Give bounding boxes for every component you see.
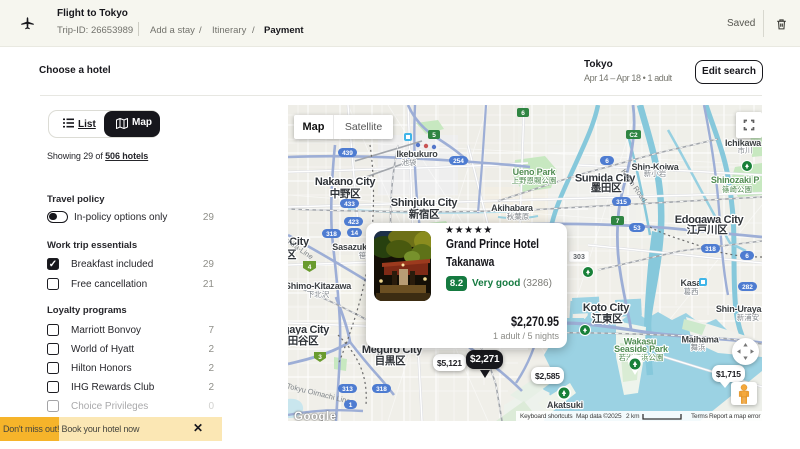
svg-text:葛西: 葛西 (684, 286, 699, 296)
svg-text:3: 3 (318, 354, 322, 361)
svg-text:新浦安: 新浦安 (737, 312, 760, 322)
svg-text:6: 6 (745, 253, 749, 260)
svg-text:1: 1 (349, 402, 353, 409)
svg-text:Shinozaki P: Shinozaki P (711, 175, 760, 185)
svg-text:Akatsuki: Akatsuki (547, 400, 583, 410)
svg-text:中野区: 中野区 (330, 187, 361, 200)
svg-text:318: 318 (326, 231, 337, 238)
svg-text:新小岩: 新小岩 (644, 168, 667, 178)
svg-text:318: 318 (376, 386, 387, 393)
svg-text:4: 4 (308, 264, 312, 271)
svg-text:墨田区: 墨田区 (591, 182, 622, 194)
svg-text:Shinjuku City: Shinjuku City (391, 197, 459, 209)
svg-text:上野恩賜公園: 上野恩賜公園 (512, 176, 557, 185)
svg-text:池袋: 池袋 (402, 157, 417, 167)
svg-text:目黒区: 目黒区 (375, 355, 406, 367)
svg-text:6: 6 (521, 110, 525, 117)
svg-text:下北沢: 下北沢 (307, 290, 330, 299)
svg-text:田谷区: 田谷区 (288, 334, 319, 347)
svg-text:53: 53 (633, 225, 641, 232)
svg-text:318: 318 (705, 246, 716, 253)
svg-text:C2: C2 (629, 132, 638, 139)
svg-text:6: 6 (605, 158, 609, 165)
svg-text:282: 282 (742, 284, 753, 291)
svg-text:江戸川区: 江戸川区 (687, 223, 729, 236)
svg-text:5: 5 (432, 132, 436, 139)
svg-text:江東区: 江東区 (592, 312, 623, 325)
svg-text:433: 433 (344, 201, 355, 208)
svg-text:303: 303 (573, 254, 585, 261)
svg-text:439: 439 (342, 150, 353, 157)
svg-text:14: 14 (351, 230, 359, 237)
svg-text:秋葉原: 秋葉原 (507, 211, 530, 221)
svg-text:254: 254 (453, 158, 464, 165)
svg-text:423: 423 (348, 219, 359, 226)
svg-text:新宿区: 新宿区 (409, 208, 440, 221)
svg-text:舞浜: 舞浜 (691, 342, 706, 352)
svg-text:篠崎公園: 篠崎公園 (722, 184, 752, 194)
svg-text:315: 315 (616, 199, 627, 206)
svg-text:7: 7 (616, 218, 620, 225)
svg-text:Nakano City: Nakano City (315, 176, 376, 188)
svg-text:市川: 市川 (738, 145, 753, 155)
svg-text:313: 313 (342, 386, 353, 393)
